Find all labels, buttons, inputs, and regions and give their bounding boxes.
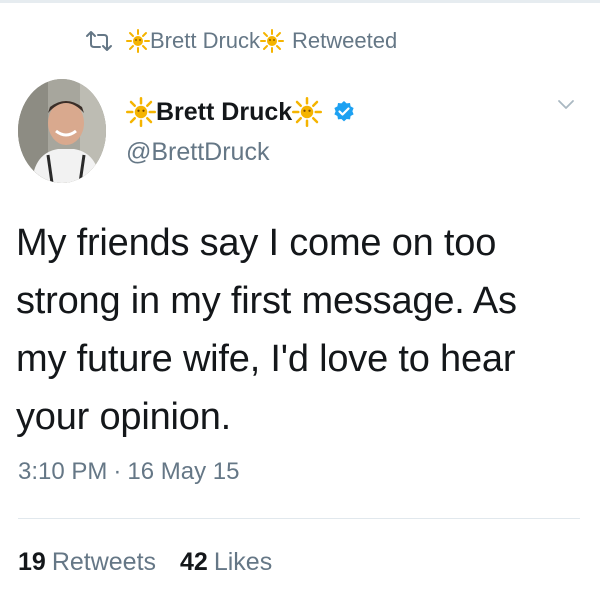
tweet-line: strong in my first message. As	[16, 280, 517, 322]
tweet-line: my future wife, I'd love to hear	[16, 338, 516, 380]
tweet-time: 3:10 PM	[18, 458, 108, 485]
sun-emoji-icon	[292, 97, 323, 127]
top-border	[0, 0, 600, 3]
sun-emoji-icon	[126, 97, 156, 127]
retweeted-label: Retweeted	[292, 28, 398, 53]
likes-label: Likes	[213, 548, 273, 576]
tweet-text: My friends say I come on too strong in m…	[16, 214, 586, 446]
sun-emoji-icon	[260, 29, 285, 53]
tweet-date: 16 May 15	[127, 458, 240, 485]
retweets-label: Retweets	[51, 548, 157, 576]
timestamp-separator: ·	[113, 458, 122, 485]
sun-emoji-icon	[126, 29, 150, 53]
retweeter-name[interactable]: Brett Druck	[126, 28, 285, 54]
retweets-stat[interactable]: 19 Retweets	[18, 548, 156, 577]
tweet-header: Brett Druck @BrettDruck	[126, 92, 356, 167]
verified-badge-icon	[334, 101, 354, 122]
likes-count: 42	[180, 548, 208, 576]
tweet-timestamp[interactable]: 3:10 PM · 16 May 15	[18, 458, 239, 486]
tweet-line: My friends say I come on too	[16, 222, 497, 264]
profile-photo-icon	[18, 79, 106, 183]
retweet-icon	[86, 31, 112, 51]
author-display-name[interactable]: Brett Druck	[126, 92, 356, 132]
tweet-stats: 19 Retweets 42 Likes	[18, 548, 272, 577]
author-handle[interactable]: @BrettDruck	[126, 138, 356, 167]
retweeter-name-text: Brett Druck	[150, 28, 261, 53]
likes-stat[interactable]: 42 Likes	[180, 548, 272, 577]
divider	[18, 518, 580, 519]
tweet-line: your opinion.	[16, 396, 231, 438]
retweets-count: 19	[18, 548, 46, 576]
avatar[interactable]	[18, 79, 106, 183]
author-name-text: Brett Druck	[156, 97, 293, 126]
retweet-context: Brett Druck Retweeted	[84, 24, 397, 58]
chevron-down-icon[interactable]	[556, 94, 576, 114]
